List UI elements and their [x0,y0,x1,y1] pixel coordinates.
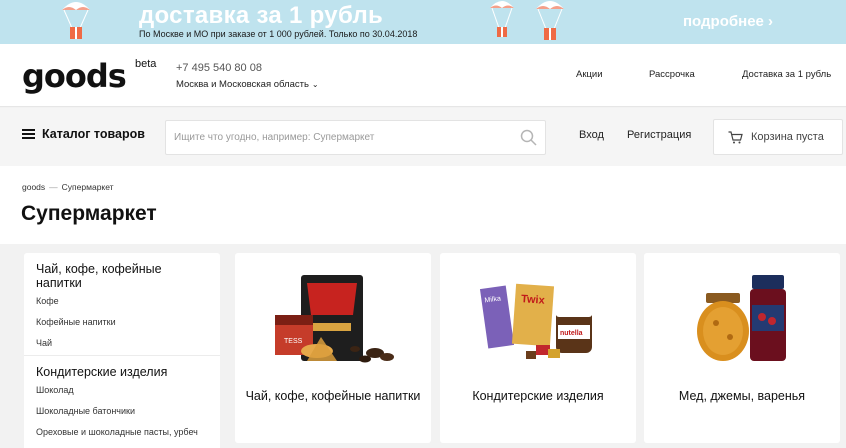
header-link-promotions[interactable]: Акции [576,69,603,80]
cart-icon [728,130,743,143]
breadcrumb-current: Супермаркет [61,182,114,192]
balloon-gift-icon [536,1,564,40]
promo-subtitle: По Москве и МО при заказе от 1 000 рубле… [139,29,418,39]
region-selector[interactable]: Москва и Московская область ⌄ [176,79,319,90]
sidebar-item-chocolate-bars[interactable]: Шоколадные батончики [36,406,206,417]
catalog-label: Каталог товаров [42,127,145,141]
cart-button[interactable]: Корзина пуста [713,119,843,155]
category-card-tea-coffee[interactable]: TESS Чай, кофе, кофейные напитки [235,253,431,443]
category-card-label: Мед, джемы, варенья [678,389,806,403]
tea-coffee-product-image: TESS [275,275,394,363]
promo-more-link[interactable]: подробнее › [683,13,773,30]
site-logo[interactable]: goods beta [22,58,162,98]
balloon-gift-icon [62,2,90,39]
sidebar-heading-tea-coffee[interactable]: Чай, кофе, кофейные напитки [36,262,206,290]
sidebar-item-chocolate[interactable]: Шоколад [36,385,206,396]
menu-icon [22,129,35,139]
honey-jam-product-image [697,275,786,361]
sidebar-heading-confectionery[interactable]: Кондитерские изделия [36,365,206,379]
category-card-label: Чай, кофе, кофейные напитки [245,389,421,403]
balloon-gift-icon [490,1,514,37]
category-card-label: Кондитерские изделия [472,389,604,403]
search-icon[interactable] [520,129,537,146]
promo-banner[interactable]: доставка за 1 рубль По Москве и МО при з… [0,0,846,44]
svg-text:Twix: Twix [521,293,546,307]
register-link[interactable]: Регистрация [627,129,691,141]
chevron-down-icon: ⌄ [311,80,319,89]
login-link[interactable]: Вход [579,129,604,141]
cart-label: Корзина пуста [751,131,824,143]
promo-title: доставка за 1 рубль [139,2,384,29]
header-link-installments[interactable]: Рассрочка [649,69,695,80]
nav-bar: Каталог товаров Вход Регистрация Корзина… [0,108,846,166]
category-sidebar: Чай, кофе, кофейные напитки Кофе Кофейны… [24,253,220,448]
region-label: Москва и Московская область [176,79,309,90]
logo-text: goods [22,57,127,95]
catalog-button[interactable]: Каталог товаров [22,127,145,141]
sidebar-item-nut-spreads[interactable]: Ореховые и шоколадные пасты, урбеч [36,427,206,438]
sidebar-group: Кондитерские изделия Шоколад Шоколадные … [24,356,220,438]
sweets-product-image: Milka Twix nutella [479,283,592,359]
site-header: goods beta +7 495 540 80 08 Москва и Мос… [0,44,846,107]
breadcrumb: goods — Супермаркет [22,182,114,192]
svg-text:TESS: TESS [284,338,303,345]
page-title: Супермаркет [21,202,157,225]
search-box [165,120,546,155]
phone-number[interactable]: +7 495 540 80 08 [176,62,262,74]
sidebar-item-tea[interactable]: Чай [36,338,206,349]
breadcrumb-home[interactable]: goods [22,182,45,192]
breadcrumb-separator: — [49,182,58,192]
category-card-confectionery[interactable]: Milka Twix nutella Кондитерские изделия [440,253,636,443]
category-card-honey-jam[interactable]: Мед, джемы, варенья [644,253,840,443]
sidebar-item-coffee[interactable]: Кофе [36,296,206,307]
search-input[interactable] [166,121,506,154]
sidebar-item-coffee-drinks[interactable]: Кофейные напитки [36,317,206,328]
svg-text:nutella: nutella [560,330,583,337]
header-link-delivery[interactable]: Доставка за 1 рубль [742,69,831,80]
sidebar-group: Чай, кофе, кофейные напитки Кофе Кофейны… [24,253,220,349]
logo-beta-badge: beta [135,58,157,70]
